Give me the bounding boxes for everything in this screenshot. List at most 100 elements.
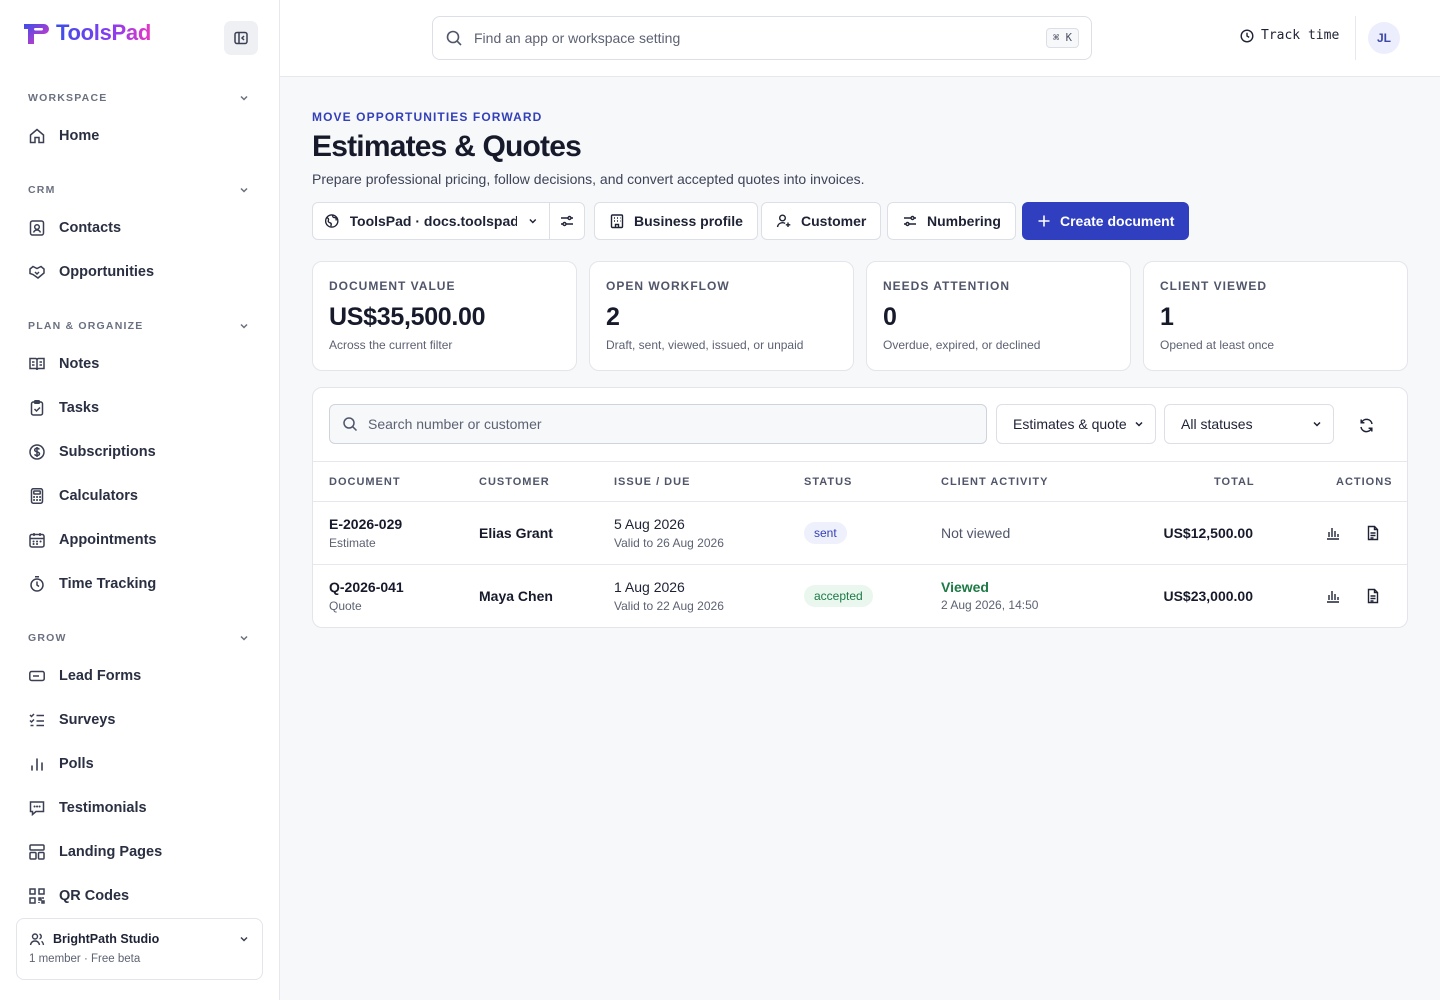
stat-note: Opened at least once: [1160, 338, 1275, 352]
valid-until: Valid to 26 Aug 2026: [614, 536, 724, 550]
sidebar-item-calculators[interactable]: Calculators: [28, 478, 258, 514]
stat-label: NEEDS ATTENTION: [883, 279, 1011, 293]
search-icon: [446, 30, 462, 46]
chevron-down-icon: [240, 635, 248, 641]
customer-button[interactable]: Customer: [761, 202, 882, 240]
sidebar-item-polls[interactable]: Polls: [28, 746, 258, 782]
document-type-select[interactable]: Estimates & quote: [996, 404, 1156, 444]
section-plan-organize[interactable]: PLAN & ORGANIZE: [28, 320, 250, 332]
stat-label: DOCUMENT VALUE: [329, 279, 456, 293]
client-activity-cell: Viewed 2 Aug 2026, 14:50: [941, 579, 1038, 612]
table-row[interactable]: Q-2026-041 Quote Maya Chen 1 Aug 2026 Va…: [313, 565, 1407, 627]
stopwatch-icon: [30, 576, 44, 592]
shortcut-hint: ⌘ K: [1046, 28, 1079, 48]
analytics-button[interactable]: [1322, 522, 1344, 544]
issue-due-cell: 5 Aug 2026 Valid to 26 Aug 2026: [614, 516, 724, 550]
sidebar-item-qr-codes[interactable]: QR Codes: [28, 878, 258, 914]
status-select[interactable]: All statuses: [1164, 404, 1334, 444]
issue-date: 5 Aug 2026: [614, 516, 685, 532]
stat-value: 2: [606, 303, 620, 331]
stat-card-client-viewed: CLIENT VIEWED 1 Opened at least once: [1143, 261, 1408, 371]
analytics-button[interactable]: [1322, 585, 1344, 607]
sidebar-item-landing-pages[interactable]: Landing Pages: [28, 834, 258, 870]
home-icon: [29, 128, 45, 144]
sidebar-item-surveys[interactable]: Surveys: [28, 702, 258, 738]
section-grow[interactable]: GROW: [28, 632, 250, 644]
column-header-document[interactable]: DOCUMENT: [329, 476, 401, 488]
sidebar-item-appointments[interactable]: Appointments: [28, 522, 258, 558]
document-total: US$23,000.00: [1163, 588, 1253, 604]
document-type: Estimate: [329, 536, 376, 550]
column-header-total[interactable]: TOTAL: [1214, 476, 1255, 488]
globe-icon: [324, 214, 339, 228]
stat-label: CLIENT VIEWED: [1160, 279, 1268, 293]
section-workspace[interactable]: WORKSPACE: [28, 92, 250, 104]
chevron-down-icon: [240, 936, 248, 942]
search-placeholder: Find an app or workspace setting: [474, 30, 681, 46]
status-badge: sent: [804, 522, 847, 544]
sidebar-item-home[interactable]: Home: [28, 118, 258, 154]
track-time-button[interactable]: Track time: [1240, 28, 1339, 43]
numbering-button[interactable]: Numbering: [887, 202, 1016, 240]
workspace-label: ToolsPad · docs.toolspad.: [349, 213, 518, 229]
stat-card-needs-attention: NEEDS ATTENTION 0 Overdue, expired, or d…: [866, 261, 1131, 371]
sidebar-item-lead-forms[interactable]: Lead Forms: [28, 658, 258, 694]
sliders-icon: [904, 215, 916, 227]
select-value: All statuses: [1181, 416, 1253, 432]
global-search-input[interactable]: Find an app or workspace setting ⌘ K: [432, 16, 1092, 60]
sidebar-item-tasks[interactable]: Tasks: [28, 390, 258, 426]
sidebar-item-label: Surveys: [59, 712, 116, 728]
workspace-settings-button[interactable]: [550, 203, 584, 239]
business-profile-button[interactable]: Business profile: [594, 202, 758, 240]
client-activity-cell: Not viewed: [941, 525, 1010, 541]
sidebar-item-notes[interactable]: Notes: [28, 346, 258, 382]
document-cell: Q-2026-041 Quote: [329, 579, 404, 613]
table-row[interactable]: E-2026-029 Estimate Elias Grant 5 Aug 20…: [313, 502, 1407, 565]
column-header-status[interactable]: STATUS: [804, 476, 852, 488]
activity-time: 2 Aug 2026, 14:50: [941, 598, 1039, 612]
button-label: Customer: [801, 213, 867, 229]
column-header-issue-due[interactable]: ISSUE / DUE: [614, 476, 690, 488]
create-document-button[interactable]: Create document: [1022, 202, 1190, 240]
chevron-down-icon: [240, 187, 248, 193]
section-crm[interactable]: CRM: [28, 184, 250, 196]
brand-logo[interactable]: ToolsPad: [22, 20, 151, 46]
sidebar-item-opportunities[interactable]: Opportunities: [28, 254, 258, 290]
document-icon: [1367, 588, 1379, 604]
refresh-button[interactable]: [1353, 412, 1379, 438]
document-number[interactable]: Q-2026-041: [329, 579, 404, 595]
top-bar: Find an app or workspace setting ⌘ K Tra…: [280, 0, 1440, 77]
sidebar-item-label: Home: [59, 128, 100, 144]
column-header-customer[interactable]: CUSTOMER: [479, 476, 550, 488]
column-header-client-activity[interactable]: CLIENT ACTIVITY: [941, 476, 1048, 488]
document-total: US$12,500.00: [1163, 525, 1253, 541]
collapse-sidebar-button[interactable]: [224, 21, 258, 55]
chevron-down-icon: [240, 323, 248, 329]
sidebar-item-label: Appointments: [59, 532, 157, 548]
status-badge: accepted: [804, 585, 873, 607]
chevron-down-icon: [529, 219, 537, 224]
select-value: Estimates & quote: [1013, 416, 1127, 432]
sidebar-item-contacts[interactable]: Contacts: [28, 210, 258, 246]
divider: [1355, 16, 1356, 60]
user-avatar[interactable]: JL: [1368, 22, 1400, 54]
team-switcher[interactable]: BrightPath Studio 1 member · Free beta: [16, 918, 263, 980]
sidebar-item-label: QR Codes: [59, 888, 130, 904]
view-document-button[interactable]: [1362, 522, 1384, 544]
sidebar-item-testimonials[interactable]: Testimonials: [28, 790, 258, 826]
sidebar-item-label: Calculators: [59, 488, 138, 504]
view-document-button[interactable]: [1362, 585, 1384, 607]
workspace-dropdown[interactable]: ToolsPad · docs.toolspad.: [313, 203, 550, 239]
workspace-selector: ToolsPad · docs.toolspad.: [312, 202, 585, 240]
chevron-down-icon: [240, 95, 248, 101]
stat-note: Overdue, expired, or declined: [883, 338, 1041, 352]
document-number[interactable]: E-2026-029: [329, 516, 402, 532]
sidebar-item-subscriptions[interactable]: Subscriptions: [28, 434, 258, 470]
sidebar: ToolsPad WORKSPACE Home CRM Contacts Opp…: [0, 0, 280, 1000]
document-icon: [1367, 525, 1379, 541]
document-search-input[interactable]: Search number or customer: [329, 404, 987, 444]
sidebar-item-label: Polls: [59, 756, 94, 772]
sidebar-item-time-tracking[interactable]: Time Tracking: [28, 566, 258, 602]
button-label: Create document: [1060, 213, 1175, 229]
team-meta: 1 member · Free beta: [29, 953, 141, 965]
